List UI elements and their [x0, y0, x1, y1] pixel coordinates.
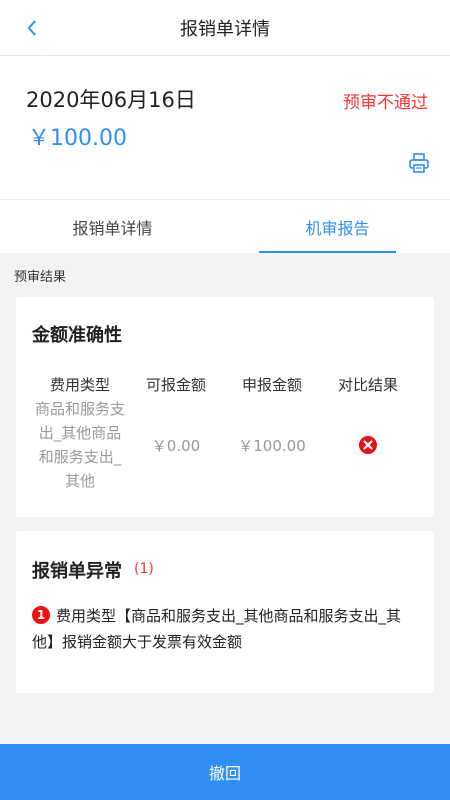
tab-report-details[interactable]: 报销单详情 [0, 200, 225, 253]
column-header: 费用类型 [49, 376, 110, 394]
report-amount: ￥100.00 [28, 126, 127, 151]
column-header: 对比结果 [337, 376, 398, 394]
section-label: 预审结果 [14, 270, 67, 285]
abnormal-item-text: 费用类型【商品和服务支出_其他商品和服务支出_其他】报销金额大于发票有效金额 [32, 607, 402, 651]
status-badge: 预审不通过 [343, 93, 428, 113]
allowable-amount-cell: ￥0.00 [151, 436, 201, 455]
abnormal-count: (1) [134, 561, 154, 577]
page-title: 报销单详情 [180, 18, 270, 40]
error-x-icon [359, 436, 377, 454]
report-date: 2020年06月16日 [26, 88, 196, 112]
printer-icon[interactable] [408, 152, 430, 174]
abnormal-title: 报销单异常 [32, 561, 122, 582]
tab-machine-audit[interactable]: 机审报告 [225, 200, 450, 253]
expense-type-cell: 商品和服务支出_其他商品和服务支出_其他 [34, 400, 125, 490]
column-header: 可报金额 [145, 376, 206, 394]
accuracy-table: 费用类型 商品和服务支出_其他商品和服务支出_其他 可报金额 ￥0.00 申报金… [32, 373, 418, 493]
abnormal-item: 1 费用类型【商品和服务支出_其他商品和服务支出_其他】报销金额大于发票有效金额 [32, 603, 420, 655]
column-header: 申报金额 [241, 376, 302, 394]
nav-bar: 报销单详情 [0, 0, 450, 56]
accuracy-title: 金额准确性 [32, 325, 122, 346]
summary-panel: 2020年06月16日 预审不通过 ￥100.00 [0, 56, 450, 200]
tab-bar: 报销单详情 机审报告 [0, 200, 450, 253]
accuracy-card: 金额准确性 费用类型 商品和服务支出_其他商品和服务支出_其他 可报金额 ￥0.… [16, 297, 434, 517]
comparison-result-cell [320, 397, 416, 493]
withdraw-button[interactable]: 撤回 [0, 744, 450, 800]
chevron-left-icon [27, 20, 36, 36]
item-number-badge: 1 [32, 606, 50, 624]
abnormal-card: 报销单异常 (1) 1 费用类型【商品和服务支出_其他商品和服务支出_其他】报销金… [16, 531, 434, 693]
declared-amount-cell: ￥100.00 [238, 436, 306, 455]
back-button[interactable] [18, 14, 46, 42]
